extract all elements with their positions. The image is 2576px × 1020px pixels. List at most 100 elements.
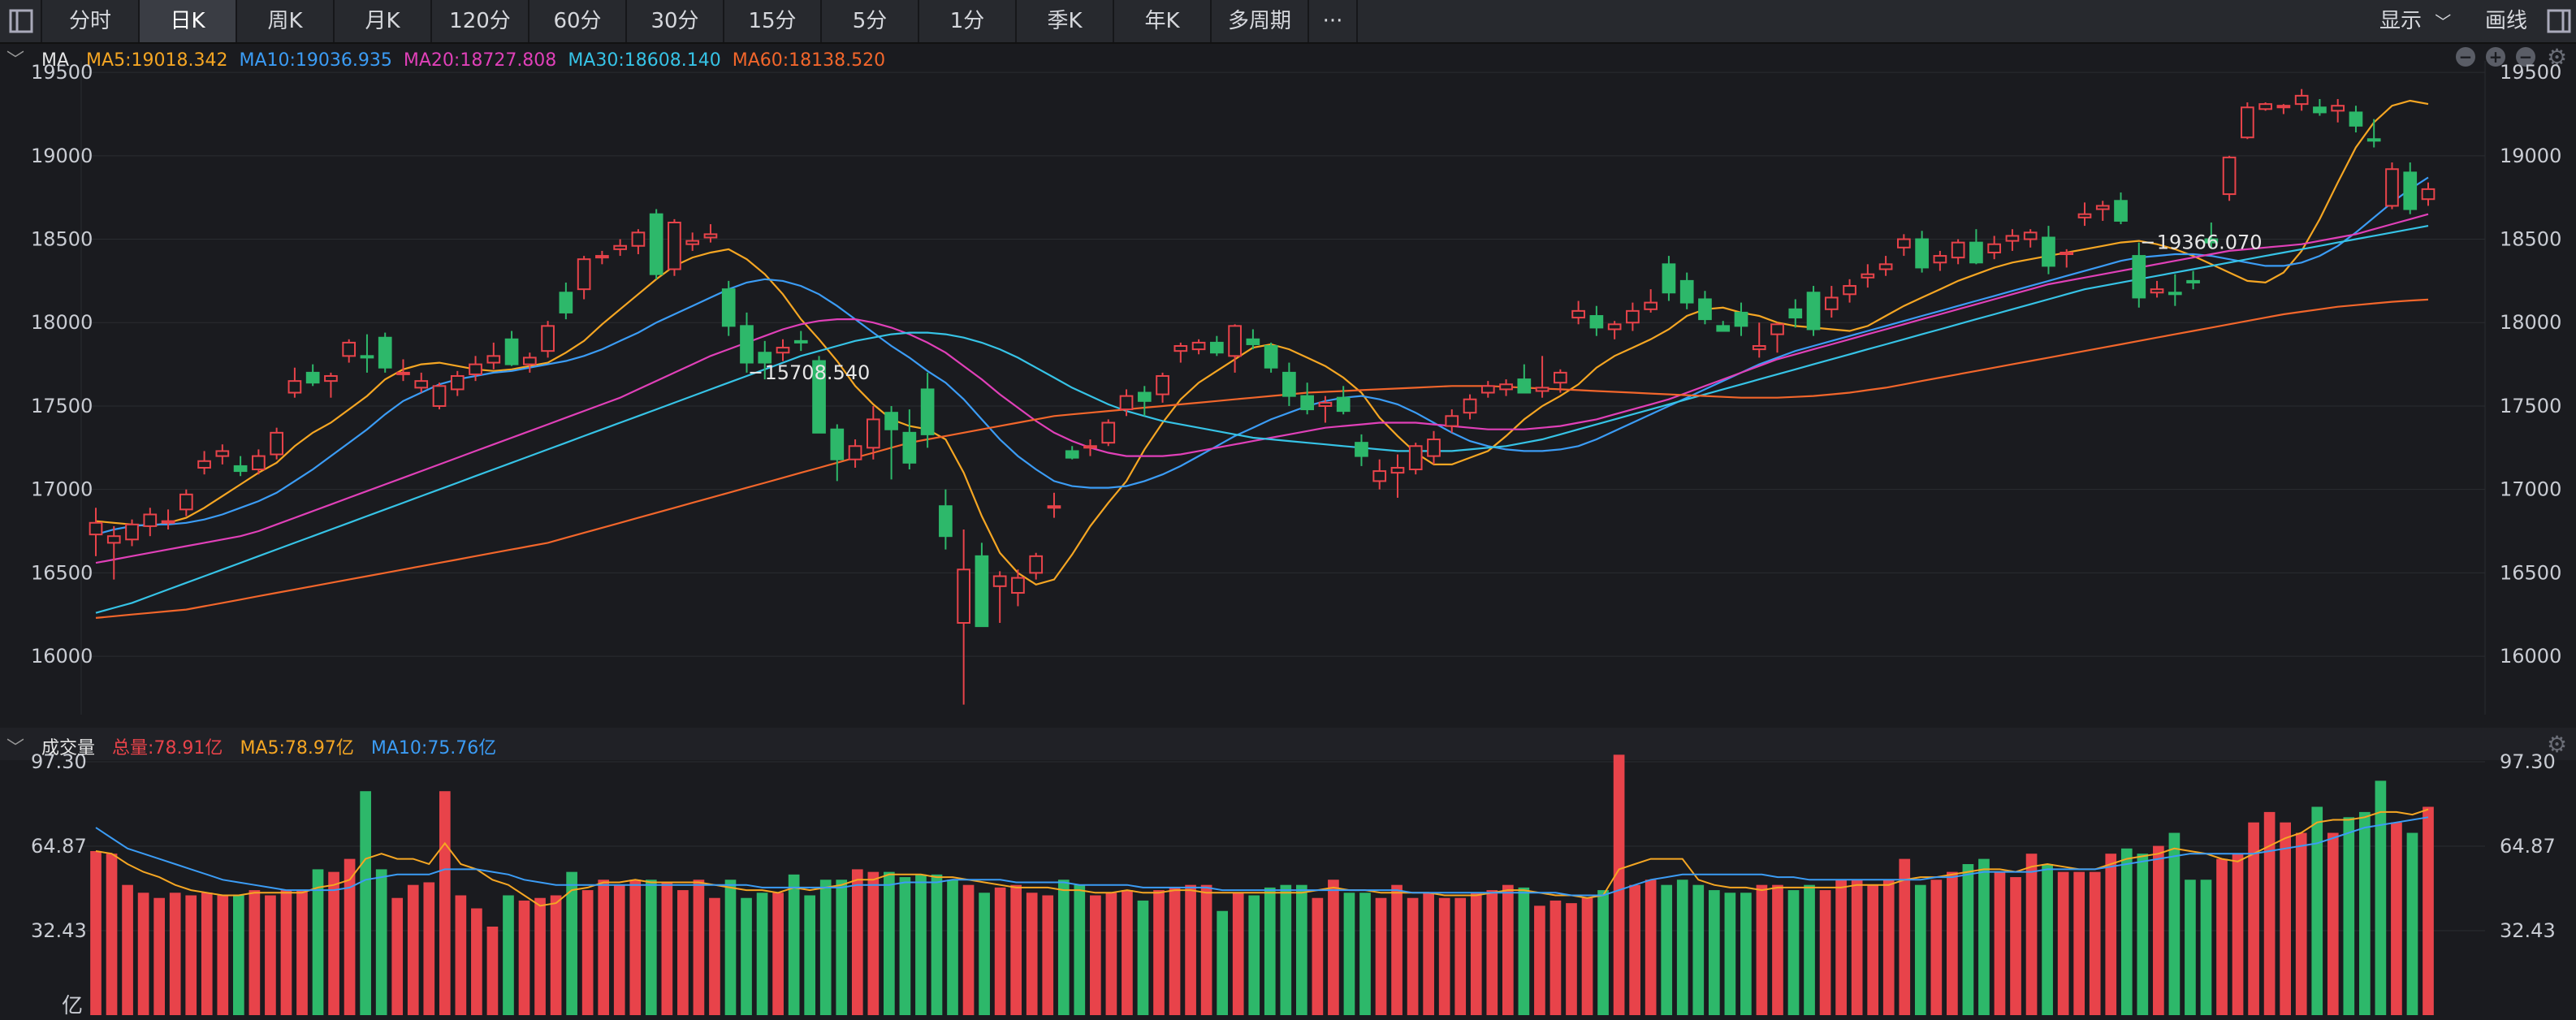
volume-bar	[867, 871, 880, 1015]
candle-body	[2114, 200, 2128, 222]
volume-bar	[2057, 871, 2069, 1015]
candle-body	[1137, 391, 1152, 402]
y-tick-left: 17000	[31, 478, 93, 501]
volume-bar	[122, 884, 133, 1015]
candle-body	[2005, 235, 2020, 242]
volume-bar	[1629, 884, 1640, 1015]
candle-body	[1101, 421, 1116, 444]
y-tick-right: 18500	[2500, 228, 2561, 251]
volume-bar	[1248, 895, 1260, 1015]
candle-body	[432, 385, 447, 407]
kline-chart[interactable]: 19500 19500 19000 19000 18500 18500 18000 18000…	[0, 0, 2576, 1020]
candle-body	[2222, 156, 2237, 196]
volume-bar	[1057, 880, 1070, 1015]
volume-bar	[899, 877, 911, 1015]
volume-bar	[947, 880, 958, 1015]
volume-bar	[1042, 895, 1054, 1015]
y-tick-left: 16500	[31, 561, 93, 584]
candle-body	[1969, 241, 1983, 264]
candle-body	[1698, 298, 1712, 321]
volume-bar	[1692, 884, 1705, 1015]
candle-body	[1788, 308, 1803, 319]
candle-body	[649, 213, 663, 275]
volume-bar	[1232, 892, 1244, 1015]
candle-body	[1915, 238, 1929, 269]
candle-body	[1209, 341, 1224, 354]
candle-body	[992, 575, 1007, 587]
candle-body	[1679, 279, 1694, 304]
volume-bar	[2280, 822, 2292, 1015]
candle-body	[1571, 309, 1585, 319]
candle-body	[1463, 398, 1477, 414]
candle-body	[1517, 378, 1532, 394]
volume-bar	[598, 880, 610, 1015]
candle-body	[1607, 323, 1622, 331]
volume-bar	[1343, 892, 1355, 1015]
candle-body	[1119, 395, 1134, 411]
candle-body	[1499, 383, 1513, 391]
volume-bar	[2391, 822, 2402, 1015]
candle-body	[1372, 470, 1387, 482]
volume-bar	[1264, 887, 1276, 1015]
volume-bar	[1185, 884, 1196, 1015]
candle-body	[541, 325, 555, 352]
volume-bar	[1518, 887, 1530, 1015]
candle-body	[2060, 251, 2074, 256]
volume-bar	[581, 890, 594, 1015]
volume-bar	[2359, 811, 2371, 1015]
candle-body	[957, 568, 970, 625]
candle-body	[975, 555, 989, 628]
volume-bar	[2375, 780, 2387, 1015]
candle-body	[1806, 292, 1821, 331]
candle-body	[1065, 450, 1079, 459]
volume-bar	[2406, 832, 2418, 1015]
volume-bar	[1407, 897, 1419, 1015]
volume-bar	[2042, 864, 2053, 1015]
candle-body	[2023, 231, 2038, 240]
vol-tick-left: 97.30	[31, 750, 87, 773]
volume-bar	[1423, 892, 1434, 1015]
candle-body	[2331, 105, 2345, 112]
candle-body	[233, 465, 248, 473]
volume-bar	[1867, 884, 1879, 1015]
candle-body	[1933, 255, 1947, 264]
y-tick-left: 18000	[31, 311, 93, 334]
y-tick-left: 19000	[31, 145, 93, 167]
volume-bar	[1137, 900, 1149, 1015]
volume-bar	[931, 874, 943, 1015]
volume-bar	[423, 882, 435, 1015]
y-tick-right: 17000	[2500, 478, 2561, 501]
vol-tick-left: 32.43	[31, 919, 87, 942]
volume-bar	[788, 874, 800, 1015]
candle-body	[179, 493, 193, 511]
volume-bar	[2200, 880, 2212, 1015]
volume-bar	[677, 890, 689, 1015]
candle-body	[1716, 325, 1731, 332]
volume-bar	[819, 880, 832, 1015]
volume-bar	[1105, 892, 1117, 1015]
volume-bar	[1200, 884, 1212, 1015]
candle-body	[776, 347, 790, 354]
volume-bar	[645, 880, 657, 1015]
candle-body	[939, 505, 953, 538]
volume-bar	[1676, 880, 1688, 1015]
y-tick-left: 17500	[31, 395, 93, 417]
volume-bar	[2105, 854, 2117, 1015]
volume-bar	[772, 892, 784, 1015]
volume-bar	[1280, 884, 1292, 1015]
volume-bar	[836, 880, 848, 1015]
volume-bar	[1994, 871, 2006, 1015]
volume-bar	[884, 871, 895, 1015]
volume-bar	[1882, 880, 1895, 1015]
candle-body	[2186, 279, 2200, 283]
volume-bar	[1010, 884, 1022, 1015]
candle-body	[1843, 285, 1856, 296]
volume-bar	[1328, 880, 1339, 1015]
y-tick-left: 19500	[31, 61, 93, 84]
candle-body	[703, 233, 718, 239]
volume-bar	[1740, 892, 1752, 1015]
candle-body	[2077, 213, 2092, 218]
ma-line-ma10	[95, 176, 2429, 536]
candle-body	[270, 431, 283, 456]
candle-body	[1752, 345, 1766, 351]
